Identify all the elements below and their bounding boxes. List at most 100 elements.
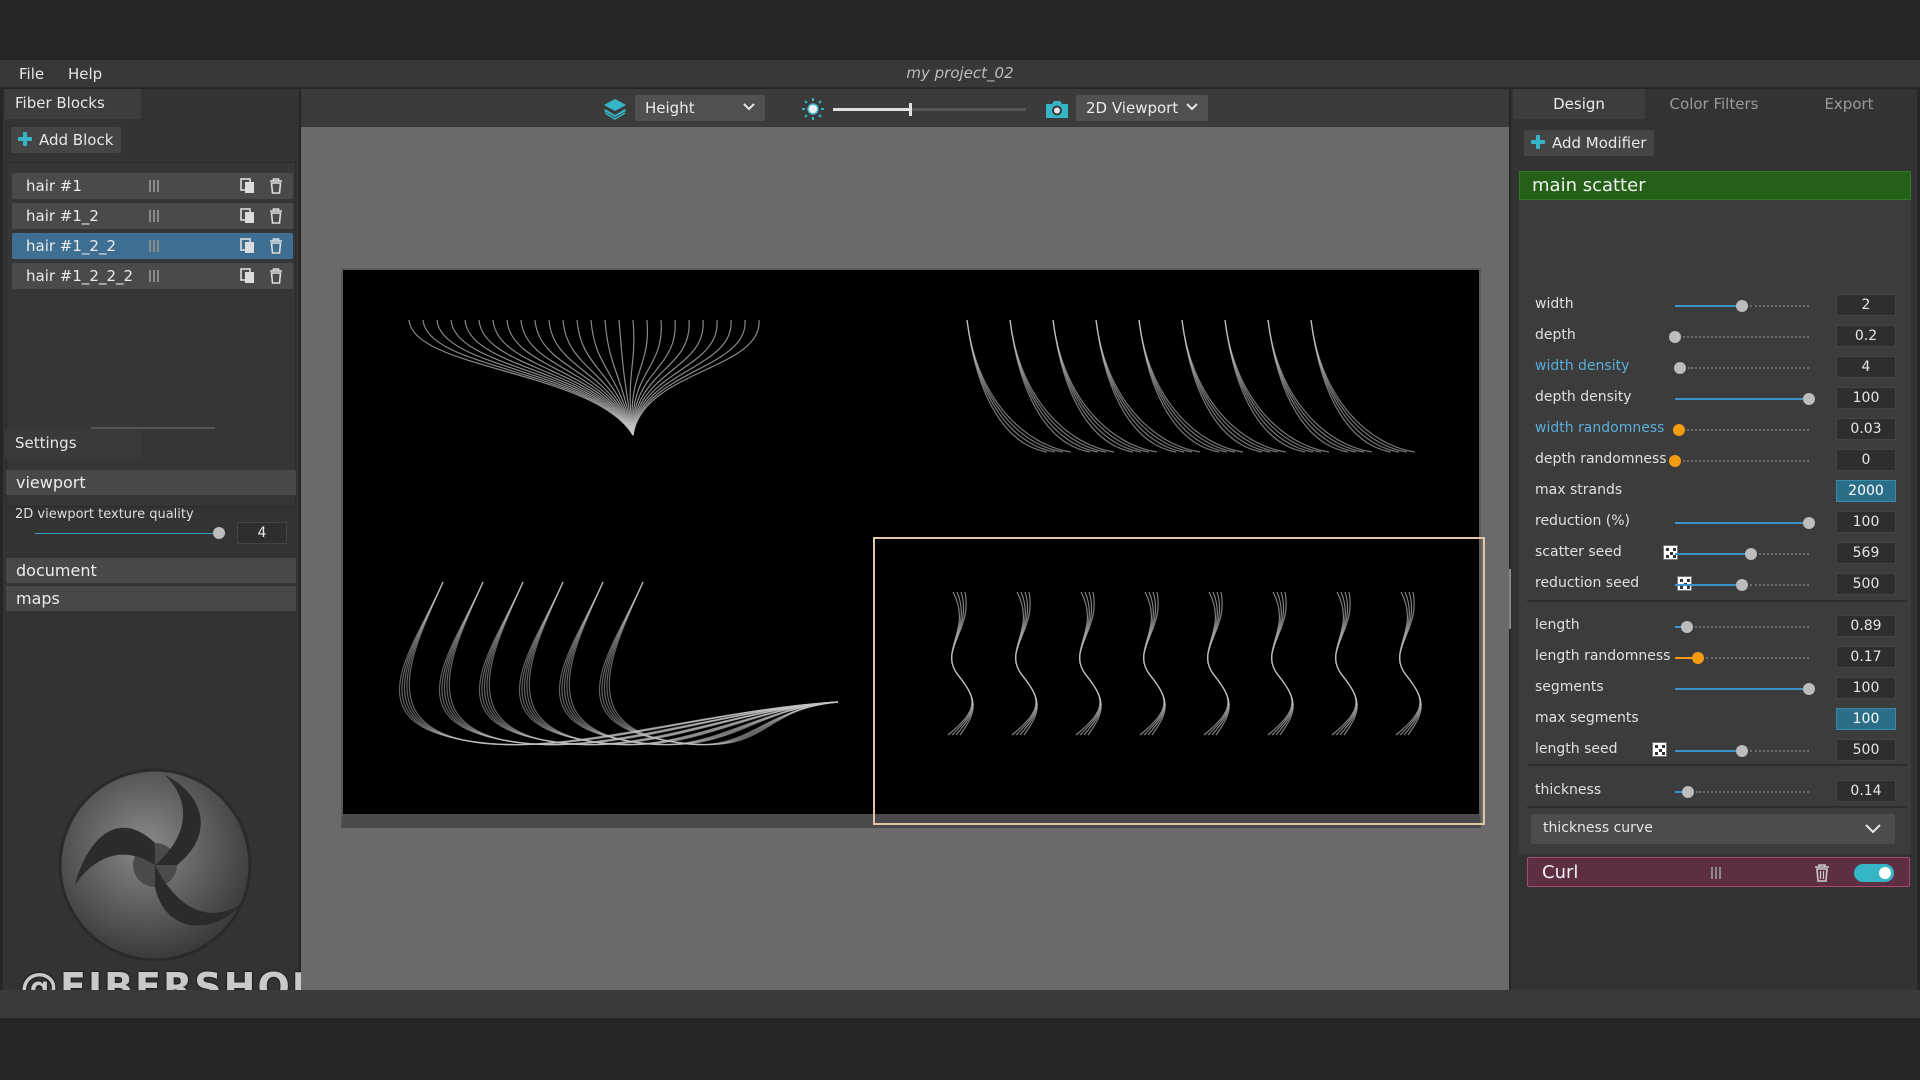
param-value-field[interactable]: 2000 [1836, 480, 1896, 502]
height-dropdown[interactable]: Height [635, 95, 765, 121]
param-slider-knob[interactable] [1803, 517, 1815, 529]
param-value-field[interactable]: 100 [1836, 387, 1896, 409]
param-value-field[interactable]: 0 [1836, 449, 1896, 471]
param-slider-track[interactable] [1675, 398, 1809, 400]
param-slider-knob[interactable] [1669, 455, 1681, 467]
height-dropdown-label: Height [645, 99, 695, 117]
param-slider-rest[interactable] [1750, 305, 1809, 307]
param-value-field[interactable]: 100 [1836, 511, 1896, 533]
add-block-button[interactable]: Add Block [11, 127, 122, 153]
param-slider-track[interactable] [1675, 522, 1809, 524]
param-value-field[interactable]: 2 [1836, 294, 1896, 316]
drag-handle-icon[interactable] [149, 270, 161, 282]
brightness-slider-handle[interactable] [909, 103, 913, 116]
thickness-curve-dropdown[interactable]: thickness curve [1531, 814, 1895, 844]
block-row[interactable]: hair #1_2_2 [12, 233, 293, 259]
texture-quality-value[interactable]: 4 [237, 522, 287, 544]
section-maps[interactable]: maps [6, 586, 296, 611]
tab-fiber-blocks[interactable]: Fiber Blocks [5, 89, 141, 119]
param-slider-rest[interactable] [1683, 460, 1809, 462]
param-value-field[interactable]: 4 [1836, 356, 1896, 378]
brightness-icon [802, 98, 824, 120]
duplicate-icon[interactable] [240, 268, 255, 284]
param-slider-rest[interactable] [1705, 657, 1809, 659]
param-slider-rest[interactable] [1759, 553, 1809, 555]
add-modifier-button[interactable]: Add Modifier [1524, 130, 1655, 156]
block-row[interactable]: hair #1_2_2_2 [12, 263, 293, 289]
block-label: hair #1_2_2_2 [26, 267, 134, 285]
status-bar [0, 990, 1920, 1018]
param-value-field[interactable]: 0.03 [1836, 418, 1896, 440]
param-slider-knob[interactable] [1803, 683, 1815, 695]
param-value-field[interactable]: 0.89 [1836, 615, 1896, 637]
menu-bar: File Help my project_02 [0, 60, 1920, 88]
section-document[interactable]: document [6, 558, 296, 583]
duplicate-icon[interactable] [240, 208, 255, 224]
param-slider-knob[interactable] [1736, 745, 1748, 757]
viewport-canvas[interactable] [341, 268, 1485, 828]
drag-handle-icon[interactable] [1711, 867, 1723, 879]
duplicate-icon[interactable] [240, 178, 255, 194]
curl-enable-toggle[interactable] [1854, 864, 1894, 882]
tab-settings[interactable]: Settings [5, 429, 141, 459]
param-slider-knob[interactable] [1736, 300, 1748, 312]
param-slider-rest[interactable] [1683, 336, 1809, 338]
chevron-down-icon [1186, 103, 1198, 111]
randomize-dice-icon[interactable] [1652, 742, 1667, 757]
param-slider-rest[interactable] [1688, 367, 1809, 369]
trash-icon[interactable] [1814, 864, 1830, 882]
drag-handle-icon[interactable] [149, 180, 161, 192]
drag-handle-icon[interactable] [149, 240, 161, 252]
param-value-field[interactable]: 500 [1836, 573, 1896, 595]
param-slider-knob[interactable] [1803, 393, 1815, 405]
plus-icon [1531, 135, 1545, 149]
brightness-slider-fill [833, 108, 911, 111]
curl-modifier-row[interactable]: Curl [1527, 857, 1910, 887]
app-window: File Help my project_02 Fiber Blocks Add… [0, 0, 1920, 1080]
param-value-field[interactable]: 569 [1836, 542, 1896, 564]
trash-icon[interactable] [269, 238, 283, 254]
brightness-slider[interactable] [833, 103, 1026, 116]
drag-handle-icon[interactable] [149, 210, 161, 222]
block-label: hair #1_2_2 [26, 237, 116, 255]
chevron-down-icon [743, 103, 755, 111]
param-slider-rest[interactable] [1695, 626, 1809, 628]
trash-icon[interactable] [269, 208, 283, 224]
texture-quality-slider[interactable] [35, 533, 217, 534]
param-slider-rest[interactable] [1750, 750, 1809, 752]
param-slider-track[interactable] [1675, 305, 1742, 307]
param-slider-track[interactable] [1675, 688, 1809, 690]
trash-icon[interactable] [269, 268, 283, 284]
view-mode-dropdown[interactable]: 2D Viewport [1076, 95, 1208, 121]
tab-design[interactable]: Design [1513, 89, 1645, 119]
duplicate-icon[interactable] [240, 238, 255, 254]
texture-quality-slider-knob[interactable] [213, 527, 225, 539]
tab-export[interactable]: Export [1783, 89, 1915, 119]
section-viewport[interactable]: viewport [6, 470, 296, 495]
param-slider-knob[interactable] [1736, 579, 1748, 591]
curl-modifier-label: Curl [1542, 862, 1579, 883]
param-value-field[interactable]: 500 [1836, 739, 1896, 761]
param-slider-knob[interactable] [1691, 652, 1704, 664]
param-slider-track[interactable] [1675, 553, 1752, 555]
block-row[interactable]: hair #1 [12, 173, 293, 199]
param-value-field[interactable]: 100 [1836, 677, 1896, 699]
param-slider-track[interactable] [1675, 584, 1742, 586]
param-value-field[interactable]: 0.14 [1836, 780, 1896, 802]
param-label: length seed [1535, 741, 1618, 757]
modifier-header[interactable]: main scatter [1519, 171, 1911, 200]
trash-icon[interactable] [269, 178, 283, 194]
param-slider-track[interactable] [1675, 750, 1742, 752]
param-value-field[interactable]: 100 [1836, 708, 1896, 730]
param-value-field[interactable]: 0.2 [1836, 325, 1896, 347]
tab-color-filters[interactable]: Color Filters [1647, 89, 1781, 119]
param-slider-knob[interactable] [1681, 621, 1694, 633]
param-slider-rest[interactable] [1687, 429, 1809, 431]
param-value-field[interactable]: 0.17 [1836, 646, 1896, 668]
param-slider-knob[interactable] [1673, 424, 1686, 436]
layers-icon [604, 99, 626, 120]
param-slider-rest[interactable] [1750, 584, 1809, 586]
param-slider-knob[interactable] [1669, 331, 1681, 343]
block-row[interactable]: hair #1_2 [12, 203, 293, 229]
param-slider-rest[interactable] [1696, 791, 1809, 793]
